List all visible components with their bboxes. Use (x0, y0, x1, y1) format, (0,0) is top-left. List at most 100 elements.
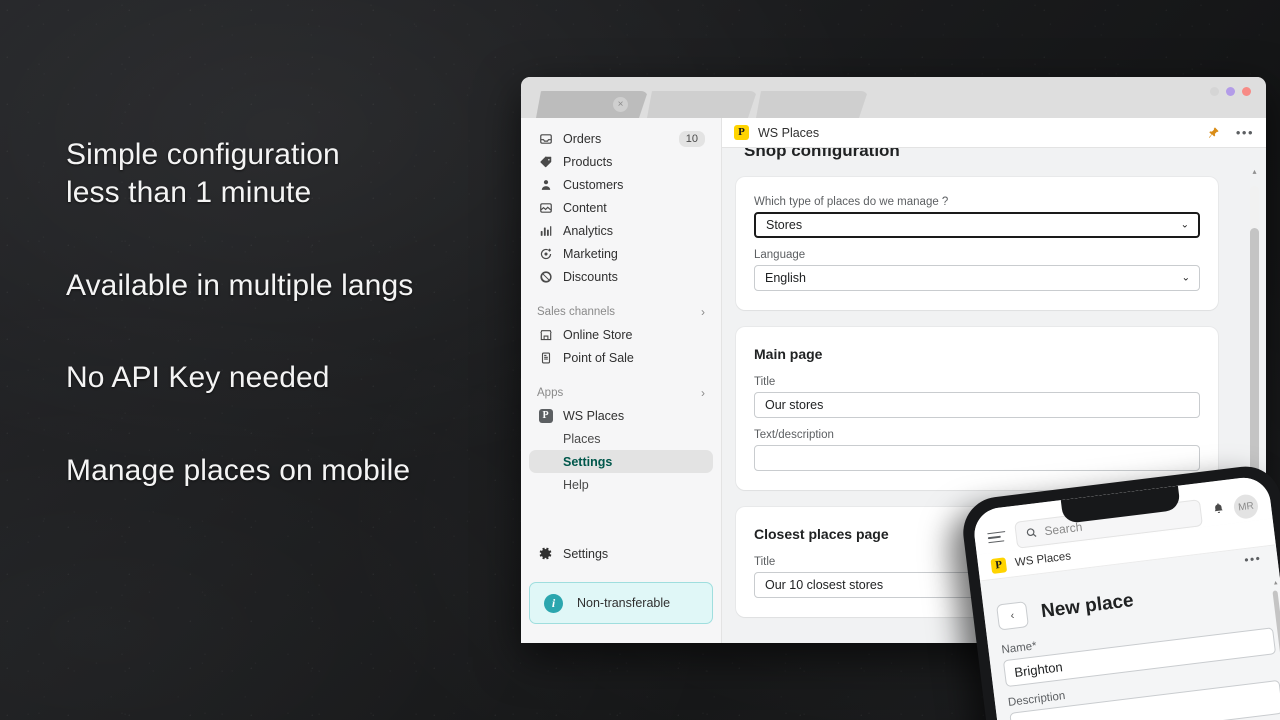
app-header-bar: P WS Places ••• (722, 118, 1266, 148)
phone-body: Search MR P WS Places ••• ‹ New place Na… (959, 462, 1280, 720)
section-label: Sales channels (537, 306, 615, 318)
sidebar-subitem-label: Help (563, 477, 589, 492)
window-maximize-button[interactable] (1226, 87, 1235, 96)
sidebar-item-label: Customers (563, 177, 624, 192)
notice-label: Non-transferable (577, 596, 671, 610)
marketing-line: No API Key needed (66, 361, 330, 395)
ws-places-app-icon: P (537, 408, 554, 423)
field-label: Which type of places do we manage ? (754, 196, 949, 208)
orders-icon (537, 131, 554, 146)
sidebar-item-settings[interactable]: Settings (529, 542, 713, 565)
field-value: Our 10 closest stores (765, 578, 884, 592)
chevron-right-icon[interactable]: › (701, 386, 705, 400)
sidebar-section-sales-channels[interactable]: Sales channels › (529, 301, 713, 323)
marketing-line: Manage places on mobile (66, 454, 411, 488)
field-label: Title (754, 376, 776, 388)
sidebar-item-orders[interactable]: Orders 10 (529, 127, 713, 150)
sidebar-subitem-places[interactable]: Places (529, 427, 713, 450)
place-type-select[interactable]: Stores ⌄ (754, 212, 1200, 238)
sidebar-item-point-of-sale[interactable]: Point of Sale (529, 346, 713, 369)
sidebar-subitem-label: Places (563, 431, 601, 446)
sidebar-item-marketing[interactable]: Marketing (529, 242, 713, 265)
app-header-title: WS Places (758, 125, 820, 140)
ws-places-app-icon: P (990, 556, 1008, 574)
marketing-line: Simple configuration (66, 138, 340, 171)
window-minimize-button[interactable] (1210, 87, 1219, 96)
products-icon (537, 154, 554, 169)
marketing-copy: Simple configuration less than 1 minute … (66, 136, 506, 545)
main-page-title-input[interactable]: Our stores (754, 392, 1200, 418)
phone-search-placeholder: Search (1043, 519, 1084, 539)
sidebar-item-label: Online Store (563, 327, 633, 342)
browser-tab[interactable] (756, 91, 868, 118)
content-icon (537, 200, 554, 215)
browser-tabstrip: × (536, 91, 867, 118)
chevron-right-icon[interactable]: › (701, 305, 705, 319)
sidebar-item-label: Marketing (563, 246, 618, 261)
sidebar-item-ws-places[interactable]: P WS Places (529, 404, 713, 427)
scroll-up-arrow-icon[interactable]: ▴ (1250, 167, 1259, 176)
sidebar-subitem-label: Settings (563, 454, 613, 469)
sidebar-item-label: Settings (563, 546, 609, 561)
avatar[interactable]: MR (1232, 493, 1260, 520)
window-controls (1210, 87, 1251, 96)
sidebar-item-label: Content (563, 200, 607, 215)
marketing-icon (537, 246, 554, 261)
store-icon (537, 327, 554, 342)
admin-sidebar: Orders 10 Products Customers Content Ana… (521, 118, 722, 643)
bell-icon[interactable] (1211, 501, 1226, 518)
app-icon-letter: P (538, 408, 553, 423)
sidebar-item-label: WS Places (563, 408, 625, 423)
ws-places-app-icon: P (734, 125, 749, 140)
field-value: Our stores (765, 398, 824, 412)
sidebar-subitem-help[interactable]: Help (529, 473, 713, 496)
sidebar-item-label: Analytics (563, 223, 614, 238)
field-label: Text/description (754, 429, 834, 441)
marketing-block-1: Simple configuration less than 1 minute (66, 136, 506, 212)
analytics-icon (537, 223, 554, 238)
sidebar-item-content[interactable]: Content (529, 196, 713, 219)
sidebar-item-customers[interactable]: Customers (529, 173, 713, 196)
card-main-page: Main page Title Our stores Text/descript… (736, 327, 1218, 490)
card-shop-config: Which type of places do we manage ? Stor… (736, 177, 1218, 310)
chevron-down-icon: ⌄ (1180, 219, 1189, 231)
section-label: Apps (537, 387, 564, 399)
browser-titlebar: × (521, 77, 1266, 118)
marketing-block-4: Manage places on mobile (66, 452, 506, 490)
sidebar-item-discounts[interactable]: Discounts (529, 265, 713, 288)
sidebar-item-online-store[interactable]: Online Store (529, 323, 713, 346)
back-button[interactable]: ‹ (996, 601, 1029, 631)
marketing-block-3: No API Key needed (66, 359, 506, 397)
search-icon (1025, 526, 1038, 539)
field-value: Stores (766, 218, 803, 232)
close-icon[interactable]: × (613, 97, 628, 112)
phone-app-name: WS Places (1014, 550, 1072, 570)
marketing-line: less than 1 minute (66, 175, 312, 209)
browser-tab[interactable] (647, 91, 757, 118)
customers-icon (537, 177, 554, 192)
sidebar-item-label: Point of Sale (563, 350, 634, 365)
field-label: Language (754, 249, 806, 261)
sidebar-item-label: Discounts (563, 269, 618, 284)
pos-icon (537, 350, 554, 365)
orders-count-badge: 10 (678, 130, 705, 147)
chevron-down-icon: ⌄ (1181, 272, 1190, 284)
field-value: English (765, 271, 806, 285)
main-page-description-input[interactable] (754, 445, 1200, 471)
gear-icon (537, 546, 554, 561)
hamburger-icon[interactable] (987, 528, 1007, 547)
sidebar-item-analytics[interactable]: Analytics (529, 219, 713, 242)
more-options-icon[interactable]: ••• (1236, 125, 1254, 140)
sidebar-subitem-settings[interactable]: Settings (529, 450, 713, 473)
sidebar-item-products[interactable]: Products (529, 150, 713, 173)
page-title: Shop configuration (744, 148, 900, 160)
non-transferable-notice: i Non-transferable (529, 582, 713, 624)
pin-icon[interactable] (1207, 126, 1220, 139)
browser-tab-active[interactable]: × (536, 91, 648, 118)
card-title: Main page (754, 346, 823, 362)
language-select[interactable]: English ⌄ (754, 265, 1200, 291)
discounts-icon (537, 269, 554, 284)
more-options-icon[interactable]: ••• (1244, 551, 1263, 567)
window-close-button[interactable] (1242, 87, 1251, 96)
sidebar-section-apps[interactable]: Apps › (529, 382, 713, 404)
